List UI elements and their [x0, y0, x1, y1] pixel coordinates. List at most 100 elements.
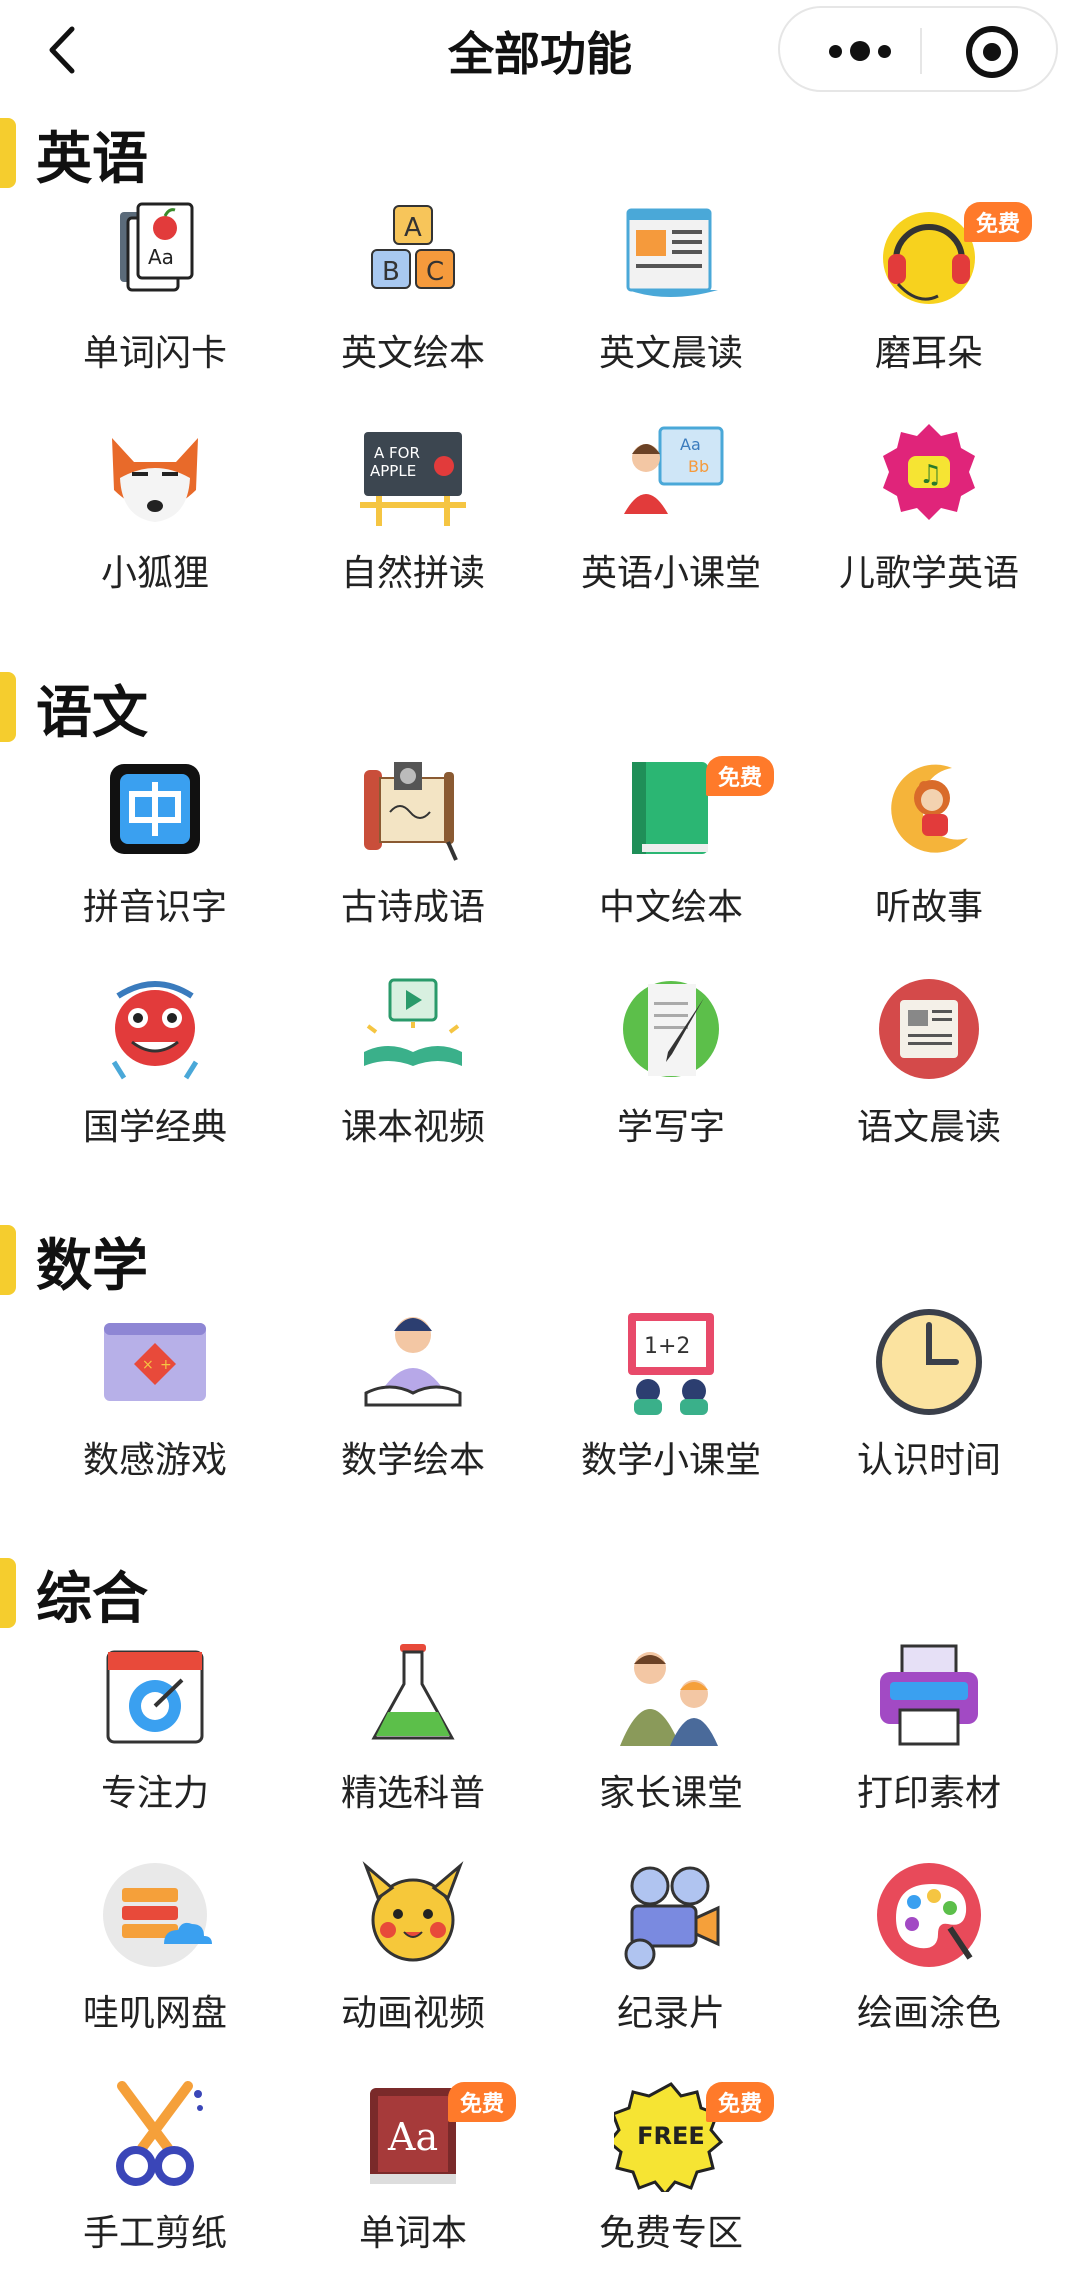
- section-title: 综合: [36, 1567, 148, 1632]
- svg-text:C: C: [426, 257, 444, 287]
- film-camera-icon: [614, 1858, 728, 1972]
- feature-label: 英文晨读: [598, 333, 743, 374]
- section-title: 语文: [36, 681, 148, 746]
- close-target-icon[interactable]: [966, 26, 1018, 78]
- feature-label: 家长课堂: [598, 1773, 743, 1814]
- clock-icon: [872, 1305, 986, 1419]
- chinese-char-icon: [98, 752, 212, 866]
- feature-label: 动画视频: [340, 1993, 485, 2034]
- feature-label: 数学绘本: [340, 1440, 485, 1481]
- feature-item[interactable]: A FOR APPLE 自然拼读: [284, 418, 542, 618]
- lion-dance-icon: [98, 972, 212, 1086]
- reading-kid-icon: [356, 1305, 470, 1419]
- feature-label: 拼音识字: [82, 887, 227, 928]
- svg-text:×: ×: [142, 1357, 154, 1373]
- focus-calendar-icon: [98, 1638, 212, 1752]
- feature-item[interactable]: A B C 英文绘本: [284, 198, 542, 398]
- video-book-icon: [356, 972, 470, 1086]
- music-note-icon: ♫: [872, 418, 986, 532]
- feature-label: 听故事: [874, 887, 983, 928]
- feature-item[interactable]: Aa Bb 英语小课堂: [542, 418, 800, 618]
- palette-icon: [872, 1858, 986, 1972]
- math-class-icon: 1+2: [614, 1305, 728, 1419]
- feature-item[interactable]: 听故事: [800, 752, 1058, 952]
- feature-label: 古诗成语: [340, 887, 485, 928]
- svg-text:Aa: Aa: [148, 245, 174, 269]
- svg-text:Aa: Aa: [387, 2115, 438, 2159]
- newspaper-circle-icon: [872, 972, 986, 1086]
- feature-label: 中文绘本: [598, 887, 743, 928]
- free-badge: 免费: [705, 756, 774, 796]
- pen-paper-icon: [614, 972, 728, 1086]
- section-accent-bar: [0, 118, 16, 188]
- feature-item[interactable]: 精选科普: [284, 1638, 542, 1838]
- newspaper-icon: [614, 198, 728, 312]
- feature-item[interactable]: 1+2 数学小课堂: [542, 1305, 800, 1505]
- feature-item[interactable]: ♫ 儿歌学英语: [800, 418, 1058, 618]
- feature-item[interactable]: 学写字: [542, 972, 800, 1172]
- feature-item[interactable]: 课本视频: [284, 972, 542, 1172]
- feature-item[interactable]: 免费 磨耳朵: [800, 198, 1058, 398]
- feature-item[interactable]: 打印素材: [800, 1638, 1058, 1838]
- feature-item[interactable]: 数学绘本: [284, 1305, 542, 1505]
- feature-item[interactable]: 小狐狸: [26, 418, 284, 618]
- feature-label: 单词本: [358, 2213, 467, 2254]
- feature-item[interactable]: Aa 免费单词本: [284, 2078, 542, 2278]
- feature-item[interactable]: 哇叽网盘: [26, 1858, 284, 2058]
- feature-item[interactable]: 认识时间: [800, 1305, 1058, 1505]
- feature-item[interactable]: 动画视频: [284, 1858, 542, 2058]
- feature-item[interactable]: 古诗成语: [284, 752, 542, 952]
- svg-text:A: A: [404, 213, 422, 243]
- feature-label: 磨耳朵: [874, 333, 983, 374]
- free-badge: 免费: [447, 2082, 516, 2122]
- feature-label: 绘画涂色: [856, 1993, 1001, 2034]
- feature-item[interactable]: 绘画涂色: [800, 1858, 1058, 2058]
- feature-item[interactable]: 免费中文绘本: [542, 752, 800, 952]
- feature-item[interactable]: 专注力: [26, 1638, 284, 1838]
- feature-item[interactable]: × + 数感游戏: [26, 1305, 284, 1505]
- printer-icon: [872, 1638, 986, 1752]
- cloud-server-icon: [98, 1858, 212, 1972]
- section-title: 英语: [36, 127, 148, 192]
- svg-text:A FOR: A FOR: [374, 444, 420, 462]
- capsule-divider: [920, 28, 922, 74]
- feature-item[interactable]: FREE 免费 免费专区: [542, 2078, 800, 2278]
- fox-icon: [98, 418, 212, 532]
- feature-item[interactable]: 纪录片: [542, 1858, 800, 2058]
- feature-item[interactable]: 语文晨读: [800, 972, 1058, 1172]
- feature-label: 数学小课堂: [580, 1440, 761, 1481]
- feature-label: 精选科普: [340, 1773, 485, 1814]
- nav-bar: 全部功能: [0, 0, 1080, 100]
- mini-program-capsule: [778, 6, 1058, 92]
- svg-text:B: B: [382, 257, 400, 287]
- feature-item[interactable]: 拼音识字: [26, 752, 284, 952]
- feature-label: 打印素材: [856, 1773, 1001, 1814]
- feature-label: 手工剪纸: [82, 2213, 227, 2254]
- feature-label: 儿歌学英语: [838, 553, 1019, 594]
- pikachu-icon: [356, 1858, 470, 1972]
- more-icon[interactable]: [820, 36, 900, 66]
- feature-label: 专注力: [100, 1773, 209, 1814]
- svg-text:+: +: [160, 1357, 172, 1373]
- flashcard-icon: Aa: [98, 198, 212, 312]
- feature-label: 英语小课堂: [580, 553, 761, 594]
- feature-item[interactable]: 英文晨读: [542, 198, 800, 398]
- feature-item[interactable]: Aa 单词闪卡: [26, 198, 284, 398]
- section-title: 数学: [36, 1234, 148, 1299]
- seal-text: FREE: [637, 2122, 705, 2150]
- feature-label: 自然拼读: [340, 553, 485, 594]
- moon-monkey-icon: [872, 752, 986, 866]
- flask-icon: [356, 1638, 470, 1752]
- feature-label: 纪录片: [616, 1993, 725, 2034]
- section-accent-bar: [0, 1558, 16, 1628]
- svg-text:♫: ♫: [919, 460, 942, 490]
- feature-label: 免费专区: [598, 2213, 743, 2254]
- abc-blocks-icon: ABC: [356, 198, 470, 312]
- feature-item[interactable]: 家长课堂: [542, 1638, 800, 1838]
- section-accent-bar: [0, 1225, 16, 1295]
- feature-item[interactable]: 手工剪纸: [26, 2078, 284, 2278]
- parent-child-icon: [614, 1638, 728, 1752]
- feature-label: 国学经典: [82, 1107, 227, 1148]
- feature-item[interactable]: 国学经典: [26, 972, 284, 1172]
- scissors-icon: [98, 2078, 212, 2192]
